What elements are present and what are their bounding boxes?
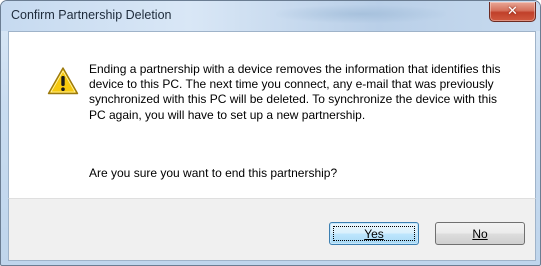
warning-icon (47, 67, 79, 95)
dialog-message: Ending a partnership with a device remov… (89, 62, 501, 122)
focus-ring (333, 226, 415, 241)
dialog-content: Ending a partnership with a device remov… (8, 31, 536, 199)
yes-button[interactable]: Yes (329, 222, 419, 245)
no-button[interactable]: No (435, 222, 525, 245)
close-icon: ✕ (507, 4, 518, 19)
dialog-question: Are you sure you want to end this partne… (89, 166, 338, 180)
title-bar-glow (276, 5, 446, 23)
window-title: Confirm Partnership Deletion (11, 8, 172, 22)
dialog-window: Confirm Partnership Deletion ✕ Ending a … (0, 0, 541, 266)
close-button[interactable]: ✕ (489, 2, 536, 22)
title-bar[interactable]: Confirm Partnership Deletion ✕ (1, 1, 540, 31)
no-button-label: No (472, 226, 488, 241)
